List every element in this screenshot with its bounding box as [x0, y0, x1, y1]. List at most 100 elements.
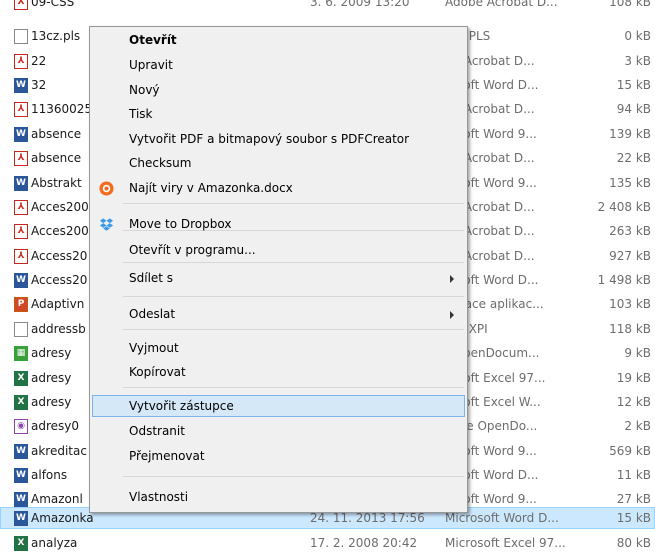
- file-date: 3. 6. 2009 13:20: [310, 0, 410, 9]
- menu-separator: [123, 387, 464, 388]
- file-size: 22 kB: [616, 151, 651, 165]
- file-name: alfons: [31, 468, 68, 482]
- menu-item-otevrit[interactable]: Otevřít: [92, 29, 465, 51]
- word-icon: W: [14, 127, 28, 142]
- file-size: 94 kB: [616, 102, 651, 116]
- file-name: absence: [31, 127, 82, 141]
- word-icon: W: [14, 444, 28, 459]
- file-name: Access20: [31, 273, 88, 287]
- file-name: 13cz.pls: [31, 29, 81, 43]
- file-name: akreditac: [31, 444, 87, 458]
- menu-item-tisk[interactable]: Tisk: [92, 103, 465, 125]
- menu-item-upravit[interactable]: Upravit: [92, 54, 465, 76]
- pdf-icon: ⅄: [14, 54, 28, 69]
- word-icon: W: [14, 511, 28, 526]
- menu-item-label: Vytvořit PDF a bitmapový soubor s PDFCre…: [129, 132, 410, 146]
- pdf-icon: ⅄: [14, 224, 28, 239]
- menu-item-odstranit[interactable]: Odstranit: [92, 420, 465, 442]
- menu-separator: [123, 203, 464, 204]
- menu-item-label: Kopírovat: [129, 365, 186, 379]
- file-name: absence: [31, 151, 82, 165]
- context-menu: Otevřít Upravit Nový Tisk Vytvořit PDF a bit…: [89, 26, 468, 513]
- excel-icon: X: [14, 371, 28, 386]
- file-type: Adobe Acrobat D...: [445, 0, 558, 9]
- menu-item-label: Checksum: [129, 156, 192, 170]
- file-name: adresy0: [31, 419, 80, 433]
- menu-item-label: Odeslat: [129, 307, 176, 321]
- menu-item-label: Najít viry v Amazonka.docx: [129, 181, 293, 195]
- file-name: Access20: [31, 249, 88, 263]
- menu-item-label: Nový: [129, 83, 160, 97]
- pdf-icon: ⅄: [14, 200, 28, 215]
- file-size: 9 kB: [624, 346, 651, 360]
- file-row[interactable]: Xanalyza 17. 2. 2008 20:42 Microsoft Excel…: [0, 532, 655, 554]
- menu-item-move-to-dropbox[interactable]: Move to Dropbox: [92, 213, 465, 235]
- menu-item-label: Vlastnosti: [129, 490, 189, 504]
- pdf-icon: ⅄: [14, 0, 28, 10]
- menu-item-odeslat[interactable]: Odeslat: [92, 303, 465, 325]
- file-name: 09-CSS: [31, 0, 75, 9]
- file-size: 0 kB: [624, 29, 651, 43]
- ppt-icon: P: [14, 297, 28, 312]
- menu-item-sdilet-s[interactable]: Sdílet s: [92, 267, 465, 289]
- file-size: 11 kB: [616, 468, 651, 482]
- file-size: 19 kB: [616, 371, 651, 385]
- file-name: Amazonl: [31, 492, 83, 506]
- file-size: 263 kB: [609, 224, 651, 238]
- file-name: addressb: [31, 322, 86, 336]
- menu-separator: [123, 476, 464, 477]
- file-size: 139 kB: [609, 127, 651, 141]
- file-size: 2 408 kB: [597, 200, 651, 214]
- menu-item-checksum[interactable]: Checksum: [92, 152, 465, 174]
- pdf-icon: ⅄: [14, 102, 28, 117]
- file-size: 569 kB: [609, 444, 651, 458]
- file-size: 15 kB: [616, 511, 651, 525]
- menu-item-label: Otevřít: [129, 33, 177, 47]
- menu-item-kopirovat[interactable]: Kopírovat: [92, 361, 465, 383]
- file-size: 12 kB: [616, 395, 651, 409]
- file-size: 3 kB: [624, 54, 651, 68]
- menu-separator: [123, 262, 464, 263]
- menu-item-vytvorit-zastupce[interactable]: Vytvořit zástupce: [92, 395, 465, 417]
- excel-icon: X: [14, 536, 28, 551]
- file-name: adresy: [31, 395, 72, 409]
- submenu-arrow-icon: [450, 275, 454, 283]
- menu-item-vlastnosti[interactable]: Vlastnosti: [92, 486, 465, 508]
- ods-icon: ▦: [14, 346, 28, 361]
- word-icon: W: [14, 78, 28, 93]
- menu-item-vytvorit-pdf-a-bitmapovy-soubor-s-pdfcreator[interactable]: Vytvořit PDF a bitmapový soubor s PDFCre…: [92, 128, 465, 150]
- file-name: Acces200: [31, 200, 89, 214]
- file-name: analyza: [31, 536, 78, 550]
- file-type: Microsoft Excel 97...: [445, 536, 566, 550]
- file-size: 103 kB: [609, 297, 651, 311]
- avast-antivirus-icon: [99, 181, 114, 196]
- file-name: Acces200: [31, 224, 89, 238]
- menu-item-najit-viry-v-amazonka-docx[interactable]: Najít viry v Amazonka.docx: [92, 177, 465, 199]
- file-row[interactable]: ⅄ 09-CSS 3. 6. 2009 13:20 Adobe Acrobat D..…: [0, 0, 655, 13]
- menu-item-otevrit-v-programu[interactable]: Otevřít v programu...: [92, 239, 465, 261]
- menu-item-label: Vyjmout: [129, 341, 179, 355]
- file-size: 15 kB: [616, 78, 651, 92]
- file-name: Abstrakt: [31, 176, 82, 190]
- file-size: 108 kB: [609, 0, 651, 9]
- menu-item-label: Odstranit: [129, 424, 185, 438]
- blank-file-icon: [14, 322, 28, 337]
- file-name: 32: [31, 78, 47, 92]
- menu-item-label: Move to Dropbox: [129, 217, 232, 231]
- file-name: 11360025: [31, 102, 93, 116]
- file-size: 2 kB: [624, 419, 651, 433]
- file-date: 24. 11. 2013 17:56: [310, 511, 425, 525]
- menu-item-prejmenovat[interactable]: Přejmenovat: [92, 445, 465, 467]
- menu-separator: [123, 329, 464, 330]
- menu-item-label: Sdílet s: [129, 271, 174, 285]
- menu-item-label: Přejmenovat: [129, 449, 205, 463]
- pdf-icon: ⅄: [14, 151, 28, 166]
- file-type: Microsoft Word D...: [445, 511, 559, 525]
- pdf-icon: ⅄: [14, 249, 28, 264]
- menu-item-label: Upravit: [129, 58, 173, 72]
- file-name: adresy: [31, 346, 72, 360]
- file-size: 927 kB: [609, 249, 651, 263]
- menu-item-novy[interactable]: Nový: [92, 79, 465, 101]
- menu-item-vyjmout[interactable]: Vyjmout: [92, 337, 465, 359]
- submenu-arrow-icon: [450, 311, 454, 319]
